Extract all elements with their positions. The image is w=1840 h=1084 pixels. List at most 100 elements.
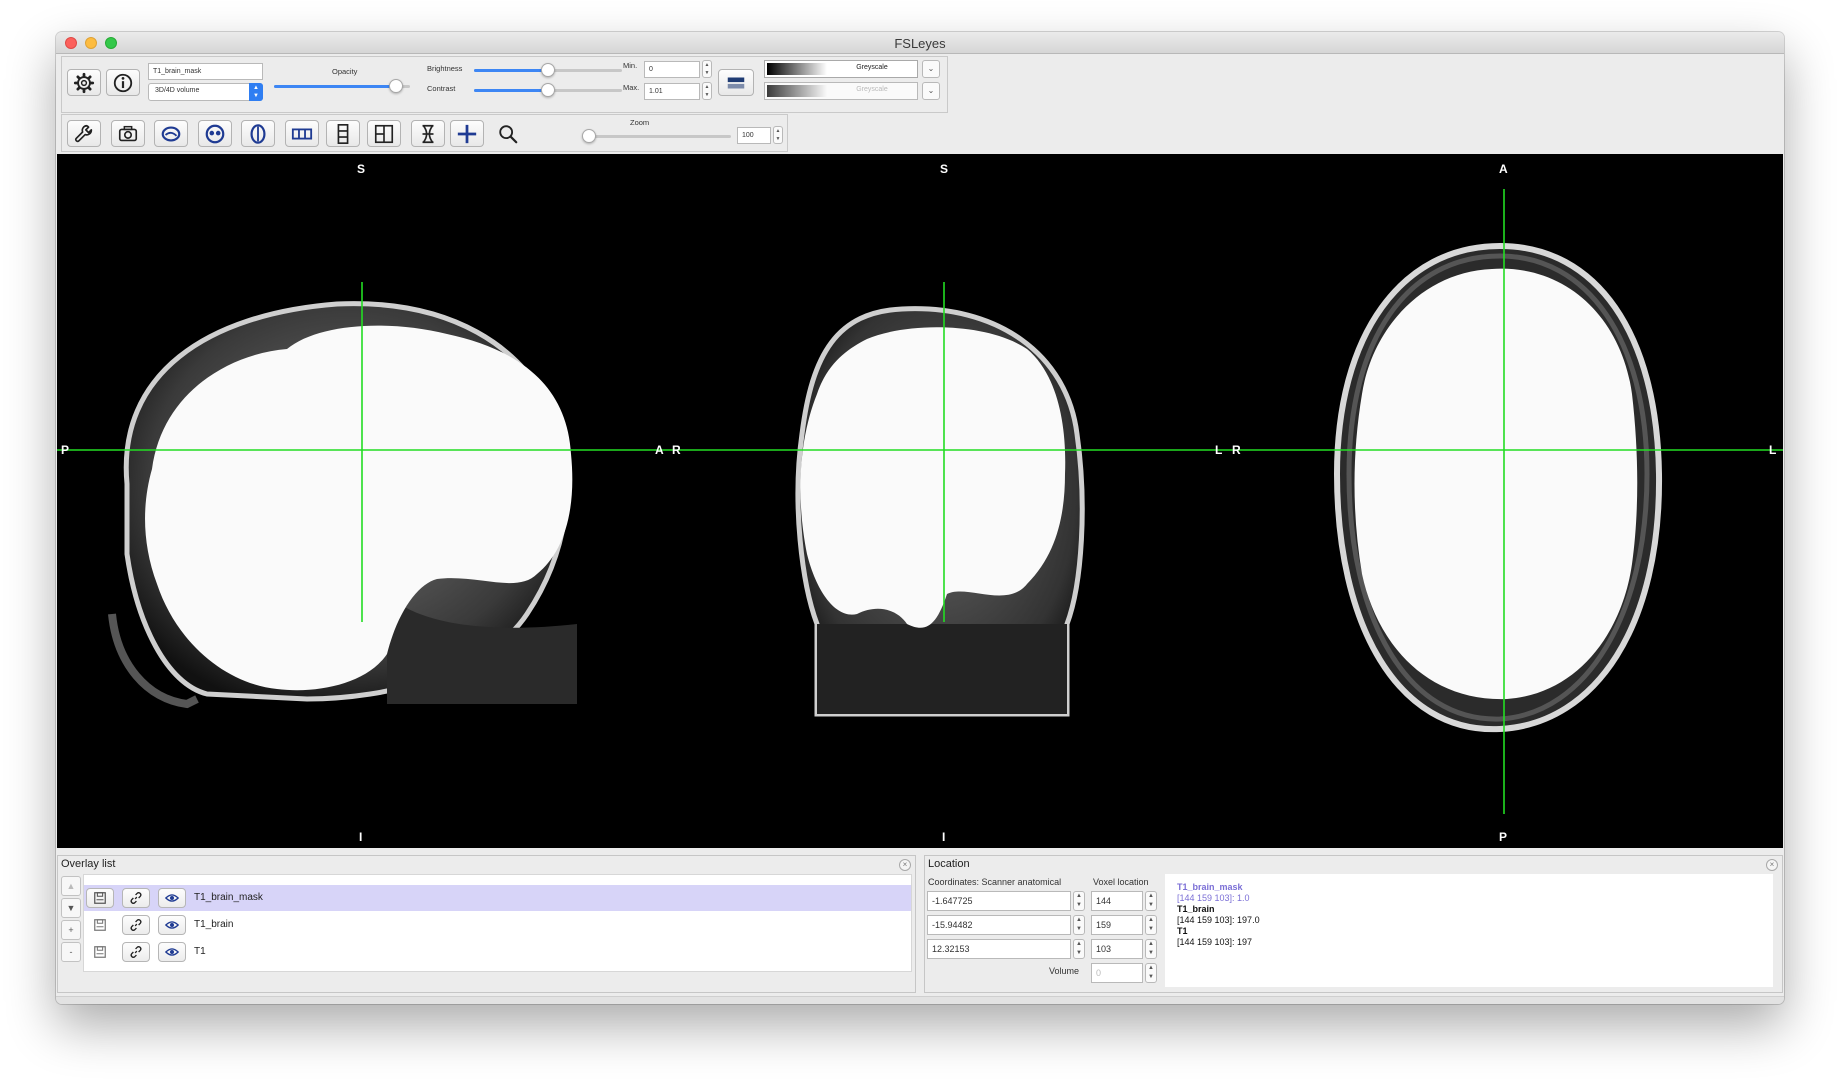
- axial-left-label: R: [1232, 443, 1241, 457]
- contrast-slider-knob[interactable]: [541, 83, 555, 97]
- zoom-value-field[interactable]: 100: [737, 127, 771, 144]
- opacity-slider-knob[interactable]: [389, 79, 403, 93]
- crosshair-icon: [457, 124, 477, 143]
- close-icon: ×: [1769, 860, 1775, 869]
- move-overlay-down-button[interactable]: ▼: [61, 898, 81, 918]
- overlay-row-t1-brain-mask[interactable]: T1_brain_mask: [84, 885, 911, 911]
- colormap-dropdown-button[interactable]: ⌄: [922, 60, 940, 78]
- fsleyes-window: FSLeyes T1_brain_mask 3D/4D volume ▲ ▼ O…: [56, 32, 1784, 1004]
- contrast-slider[interactable]: [474, 83, 622, 97]
- contrast-label: Contrast: [427, 84, 456, 93]
- close-location-button[interactable]: ×: [1766, 859, 1778, 871]
- toggle-sagittal-button[interactable]: [154, 120, 188, 147]
- arrow-up-icon: ▲: [66, 881, 76, 891]
- overlay-list-panel: Overlay list × ▲ ▼ + - T1_brain_mask T1_…: [57, 855, 916, 993]
- info-line: [144 159 103]: 197: [1177, 937, 1253, 947]
- voxel-x-field[interactable]: 144: [1091, 891, 1143, 911]
- volume-field[interactable]: 0: [1091, 963, 1143, 983]
- window-title: FSLeyes: [894, 36, 946, 51]
- max-label: Max.: [623, 83, 640, 92]
- save-overlay-button[interactable]: [86, 915, 114, 935]
- reset-zoom-button[interactable]: [491, 120, 525, 147]
- toggle-cursor-button[interactable]: [450, 120, 484, 147]
- ortho-view-canvas[interactable]: S I P A S I R L A P R L: [57, 154, 1783, 848]
- axial-brain-icon: [250, 123, 266, 144]
- brightness-slider-knob[interactable]: [541, 63, 555, 77]
- negative-colormap-select[interactable]: Greyscale: [764, 82, 918, 100]
- world-z-stepper[interactable]: ▲ ▼: [1073, 939, 1085, 959]
- voxel-y-field[interactable]: 159: [1091, 915, 1143, 935]
- location-panel: Location × Coordinates: Scanner anatomic…: [924, 855, 1783, 993]
- opacity-slider[interactable]: [274, 79, 410, 93]
- vertical-layout-button[interactable]: [326, 120, 360, 147]
- toggle-axial-button[interactable]: [241, 120, 275, 147]
- brightness-slider-fill: [474, 69, 548, 72]
- brightness-label: Brightness: [427, 64, 463, 73]
- display-settings-button[interactable]: [67, 69, 101, 96]
- grid-layout-icon: [374, 124, 394, 143]
- move-overlay-up-button[interactable]: ▲: [61, 876, 81, 896]
- view-settings-button[interactable]: [67, 120, 101, 147]
- voxel-z-stepper[interactable]: ▲ ▼: [1145, 939, 1157, 959]
- volume-stepper[interactable]: ▲ ▼: [1145, 963, 1157, 983]
- link-overlay-button[interactable]: [122, 888, 150, 908]
- invert-colormap-button[interactable]: [718, 69, 754, 96]
- zoom-slider-knob[interactable]: [582, 129, 596, 143]
- toggle-visibility-button[interactable]: [158, 915, 186, 935]
- world-x-field[interactable]: -1.647725: [927, 891, 1071, 911]
- toggle-visibility-button[interactable]: [158, 942, 186, 962]
- negative-colormap-dropdown-button[interactable]: ⌄: [922, 82, 940, 100]
- overlay-info-button[interactable]: [106, 69, 140, 96]
- close-icon: ×: [902, 860, 908, 869]
- world-y-field[interactable]: -15.94482: [927, 915, 1071, 935]
- overlay-row-t1[interactable]: T1: [84, 939, 911, 965]
- link-icon: [130, 892, 142, 904]
- max-value-stepper[interactable]: ▲ ▼: [702, 82, 712, 100]
- brightness-slider[interactable]: [474, 63, 622, 77]
- grid-layout-button[interactable]: [367, 120, 401, 147]
- sagittal-right-label: A: [655, 443, 664, 457]
- horizontal-layout-button[interactable]: [285, 120, 319, 147]
- info-line: T1_brain_mask: [1177, 882, 1243, 892]
- vertical-layout-icon: [337, 123, 349, 144]
- overlay-name-field[interactable]: T1_brain_mask: [148, 63, 263, 80]
- world-x-stepper[interactable]: ▲ ▼: [1073, 891, 1085, 911]
- save-overlay-button[interactable]: [86, 942, 114, 962]
- magnifier-icon: [499, 124, 518, 143]
- zoom-slider[interactable]: [582, 129, 731, 143]
- toggle-labels-button[interactable]: [411, 120, 445, 147]
- sagittal-brain-icon: [161, 125, 181, 142]
- toggle-coronal-button[interactable]: [198, 120, 232, 147]
- min-value-field[interactable]: 0: [644, 61, 700, 78]
- coronal-bottom-label: I: [942, 830, 946, 844]
- status-bar: [56, 996, 1784, 1004]
- overlay-row-t1-brain[interactable]: T1_brain: [84, 912, 911, 938]
- link-overlay-button[interactable]: [122, 915, 150, 935]
- voxel-x-stepper[interactable]: ▲ ▼: [1145, 891, 1157, 911]
- zoom-value-stepper[interactable]: ▲ ▼: [773, 126, 783, 144]
- orientation-labels-icon: [422, 124, 434, 143]
- plus-icon: +: [68, 925, 74, 935]
- max-value-field[interactable]: 1.01: [644, 83, 700, 100]
- save-overlay-button[interactable]: [86, 888, 114, 908]
- colormap-select[interactable]: Greyscale: [764, 60, 918, 78]
- world-z-field[interactable]: 12.32153: [927, 939, 1071, 959]
- screenshot-button[interactable]: [111, 120, 145, 147]
- voxel-location-label: Voxel location: [1093, 877, 1149, 887]
- overlay-type-value: 3D/4D volume: [155, 87, 200, 94]
- coronal-left-label: R: [672, 443, 681, 457]
- close-overlay-list-button[interactable]: ×: [899, 859, 911, 871]
- link-overlay-button[interactable]: [122, 942, 150, 962]
- toggle-visibility-button[interactable]: [158, 888, 186, 908]
- remove-overlay-button[interactable]: -: [61, 942, 81, 962]
- voxel-z-field[interactable]: 103: [1091, 939, 1143, 959]
- min-value-stepper[interactable]: ▲ ▼: [702, 60, 712, 78]
- sagittal-left-label: P: [61, 443, 70, 457]
- add-overlay-button[interactable]: +: [61, 920, 81, 940]
- overlay-type-select[interactable]: 3D/4D volume ▲ ▼: [148, 83, 263, 101]
- link-icon: [130, 946, 142, 958]
- world-y-stepper[interactable]: ▲ ▼: [1073, 915, 1085, 935]
- axial-top-label: A: [1499, 162, 1508, 176]
- colormap-name: Greyscale: [856, 64, 888, 71]
- voxel-y-stepper[interactable]: ▲ ▼: [1145, 915, 1157, 935]
